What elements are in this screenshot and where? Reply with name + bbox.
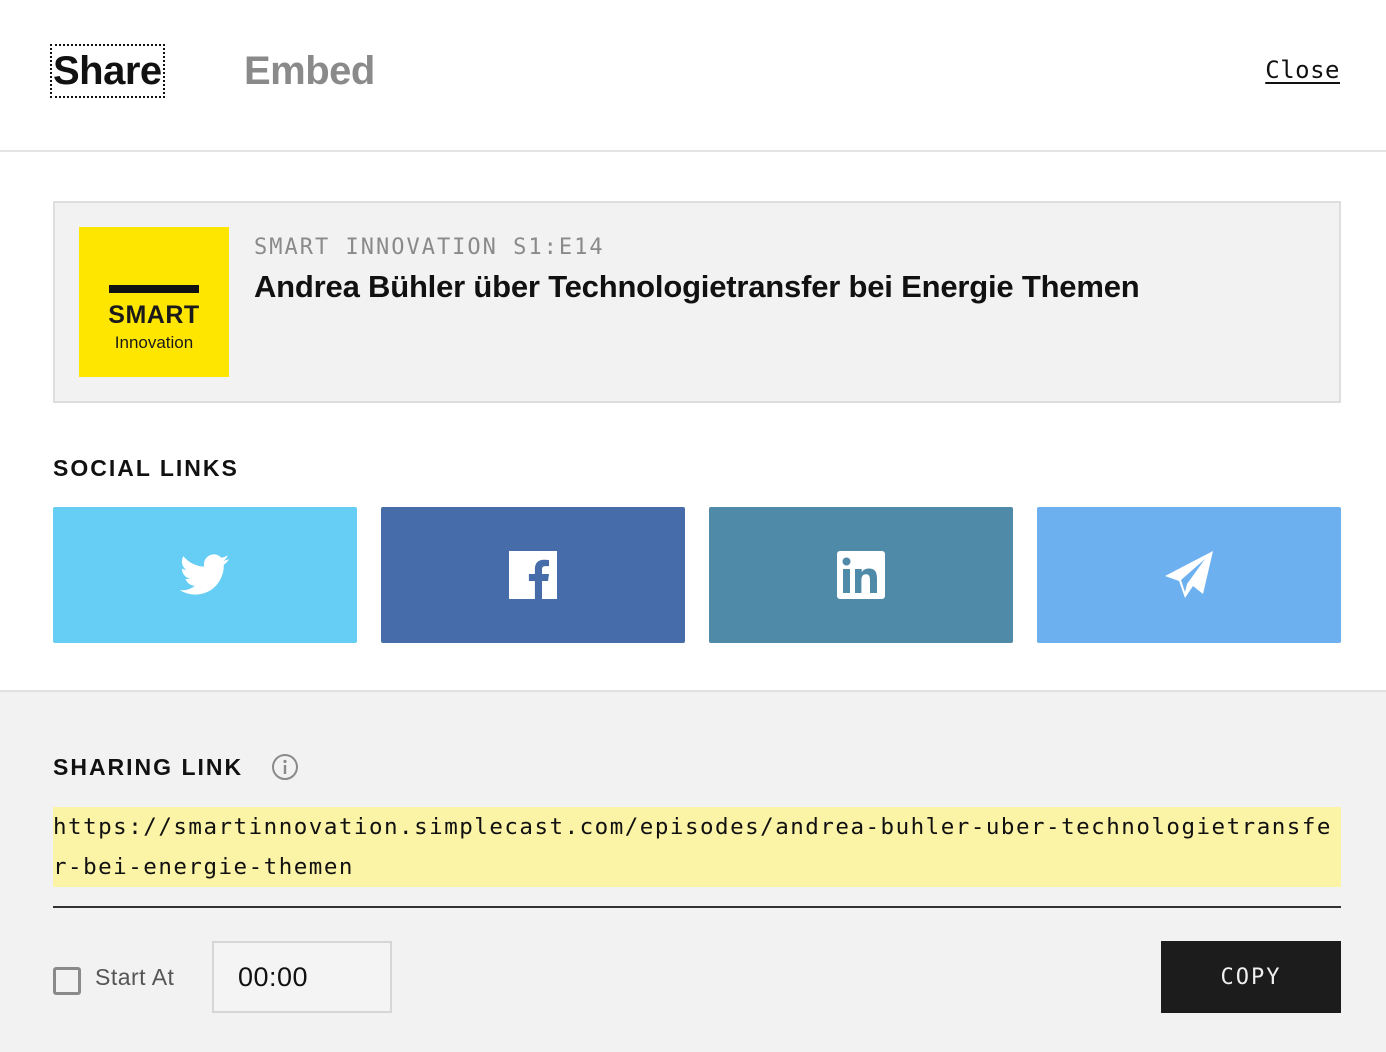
copy-button[interactable]: COPY <box>1161 941 1341 1013</box>
cover-logo-main: SMART <box>108 301 200 329</box>
cover-logo-sub: Innovation <box>114 333 194 352</box>
sharing-link-panel: SHARING LINK https://smartinnovation.sim… <box>0 690 1386 1052</box>
social-links-heading: SOCIAL LINKS <box>53 455 239 481</box>
cover-logo-bar <box>109 285 199 293</box>
start-at-label[interactable]: Start At <box>95 964 174 991</box>
close-link[interactable]: Close <box>1265 56 1340 84</box>
sharing-link-heading: SHARING LINK <box>53 754 244 780</box>
episode-card: SMART Innovation SMART INNOVATION S1:E14… <box>53 201 1341 403</box>
podcast-cover-art: SMART Innovation <box>79 227 229 377</box>
twitter-icon <box>180 554 230 595</box>
episode-meta: SMART INNOVATION S1:E14 <box>254 235 605 260</box>
tab-embed[interactable]: Embed <box>244 46 375 96</box>
social-links-row <box>53 507 1341 643</box>
link-field-underline <box>53 906 1341 908</box>
share-modal-header: Share Embed Close <box>0 0 1386 152</box>
start-time-input[interactable] <box>212 941 392 1013</box>
linkedin-share-button[interactable] <box>709 507 1013 643</box>
tab-share[interactable]: Share <box>50 44 165 98</box>
info-icon[interactable] <box>271 753 299 781</box>
linkedin-icon <box>837 551 885 599</box>
sharing-link-field[interactable]: https://smartinnovation.simplecast.com/e… <box>53 807 1341 887</box>
telegram-share-button[interactable] <box>1037 507 1341 643</box>
twitter-share-button[interactable] <box>53 507 357 643</box>
episode-title: Andrea Bühler über Technologietransfer b… <box>254 269 1140 304</box>
start-at-checkbox[interactable] <box>53 967 81 995</box>
telegram-icon <box>1165 551 1213 598</box>
facebook-icon <box>509 551 557 599</box>
facebook-share-button[interactable] <box>381 507 685 643</box>
